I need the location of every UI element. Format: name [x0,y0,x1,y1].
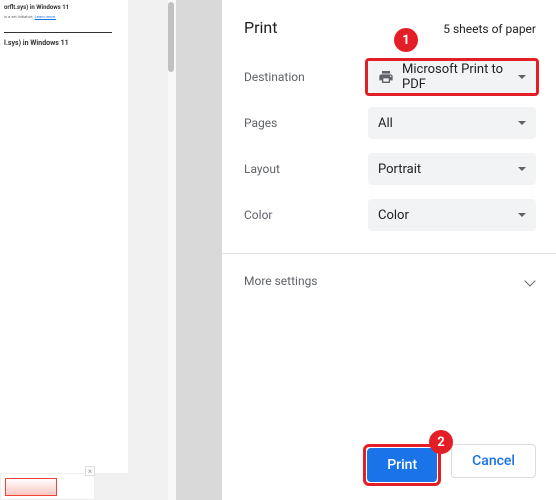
preview-link: Learn more. [35,14,56,19]
chevron-down-icon [518,167,526,171]
pages-label: Pages [244,116,368,130]
annotation-badge-2: 2 [429,430,453,454]
pages-select[interactable]: All [368,107,536,139]
print-button[interactable]: Print [367,448,437,482]
close-icon[interactable]: × [85,466,95,476]
print-preview-pane: orflt.sys) in Windows 11 is a set initia… [0,0,176,500]
color-value: Color [378,208,409,223]
more-settings-label: More settings [244,274,318,288]
pages-row: Pages All [244,105,536,141]
layout-select[interactable]: Portrait [368,153,536,185]
preview-page[interactable]: orflt.sys) in Windows 11 is a set initia… [0,0,128,473]
color-label: Color [244,208,368,222]
pages-value: All [378,116,393,131]
chevron-down-icon [518,121,526,125]
preview-pager: × [0,473,95,500]
pager-box[interactable] [5,478,57,496]
print-panel: Print 5 sheets of paper Destination Micr… [222,0,556,500]
chevron-down-icon [518,75,526,79]
cancel-button[interactable]: Cancel [451,444,536,478]
color-select[interactable]: Color [368,199,536,231]
sheet-count: 5 sheets of paper [443,22,536,36]
more-settings-toggle[interactable]: More settings [244,254,536,308]
chevron-down-icon [524,275,535,286]
annotation-badge-1: 1 [394,28,418,52]
layout-label: Layout [244,162,368,176]
printer-icon [378,69,394,85]
destination-label: Destination [244,70,368,84]
panel-gutter [176,0,222,500]
layout-row: Layout Portrait [244,151,536,187]
destination-row: Destination Microsoft Print to PDF [244,59,536,95]
destination-select[interactable]: Microsoft Print to PDF [368,61,536,93]
layout-value: Portrait [378,162,421,177]
preview-text-sub: is a set initiative. Learn more. [4,15,124,20]
preview-heading: l.sys) in Windows 11 [4,39,124,47]
chevron-down-icon [518,213,526,217]
color-row: Color Color [244,197,536,233]
annotation-highlight-2: Print [363,444,441,486]
preview-text: orflt.sys) in Windows 11 [4,4,124,11]
preview-scrollbar[interactable] [168,2,174,72]
page-title: Print [244,18,277,37]
destination-value: Microsoft Print to PDF [402,62,526,92]
